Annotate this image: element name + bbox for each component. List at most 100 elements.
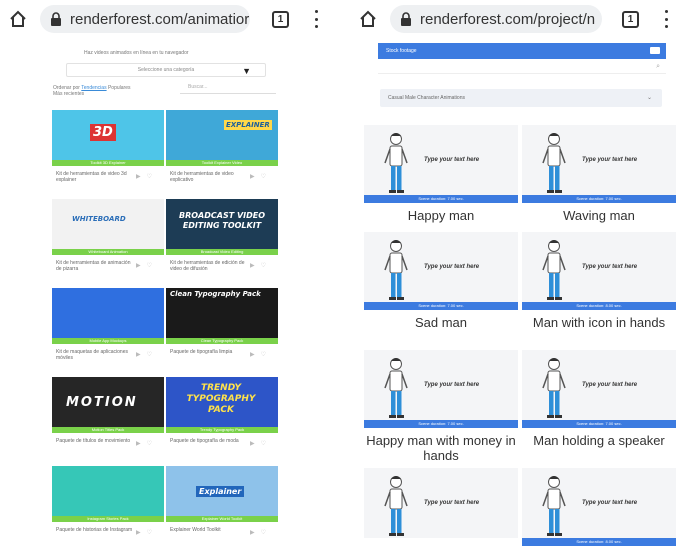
thumbnail-text: 3D bbox=[90, 124, 116, 141]
scene-thumbnail[interactable]: Type your text here bbox=[522, 350, 676, 420]
template-thumbnail[interactable]: BROADCAST VIDEO EDITING TOOLKIT bbox=[166, 199, 278, 249]
address-bar[interactable]: renderforest.com/animatior bbox=[40, 5, 250, 33]
scene-name: Happy man with money in hands bbox=[366, 433, 516, 463]
template-title: Paquete de historias de Instagram bbox=[56, 527, 133, 533]
template-card[interactable]: TRENDY TYPOGRAPHY PACK Trendy Typography … bbox=[166, 377, 278, 459]
scene-placeholder-text: Type your text here bbox=[582, 500, 638, 506]
scene-duration: Scene duration: 7.00 sec. bbox=[364, 420, 518, 428]
scene-duration: Scene duration: 8.00 sec. bbox=[522, 538, 676, 546]
scene-thumbnail[interactable]: Type your text here bbox=[522, 232, 676, 302]
template-thumbnail[interactable] bbox=[52, 288, 164, 338]
play-heart-icons[interactable]: ▶♡ bbox=[250, 440, 272, 447]
scene-duration: Scene duration: 7.00 sec. bbox=[364, 302, 518, 310]
tagline: Haz videos animados en línea en tu naveg… bbox=[84, 50, 189, 56]
template-badge: Toolkit 3D Explainer bbox=[52, 160, 164, 166]
template-card[interactable]: Mobile App Mockups Kit de maquetas de apl… bbox=[52, 288, 164, 370]
template-badge: Explainer World Toolkit bbox=[166, 516, 278, 522]
template-card[interactable]: BROADCAST VIDEO EDITING TOOLKIT Broadcast… bbox=[166, 199, 278, 281]
template-title: Kit de herramientas de animación de piza… bbox=[56, 260, 131, 272]
play-heart-icons[interactable]: ▶♡ bbox=[136, 262, 158, 269]
scene-name: Sad man bbox=[414, 315, 468, 330]
template-card[interactable]: WHITEBOARD Whiteboard Animation Kit de her… bbox=[52, 199, 164, 281]
lock-icon bbox=[51, 12, 61, 26]
scene-search-input[interactable]: ⌕ bbox=[378, 60, 666, 74]
template-thumbnail[interactable] bbox=[52, 466, 164, 516]
template-badge: Mobile App Mockups bbox=[52, 338, 164, 344]
template-thumbnail[interactable]: Clean Typography Pack bbox=[166, 288, 278, 338]
tab-switcher-button[interactable]: 1 bbox=[622, 10, 639, 28]
template-search-input[interactable]: Buscar... bbox=[180, 84, 276, 94]
template-thumbnail[interactable]: Explainer bbox=[166, 466, 278, 516]
scene-thumbnail[interactable]: Type your text here bbox=[364, 468, 518, 538]
sort-recent[interactable]: Más recientes bbox=[53, 91, 84, 97]
scene-thumbnail[interactable]: Type your text here bbox=[522, 125, 676, 195]
play-heart-icons[interactable]: ▶♡ bbox=[250, 262, 272, 269]
lock-icon bbox=[401, 12, 411, 26]
template-card[interactable]: 3D Toolkit 3D Explainer Kit de herramienta… bbox=[52, 110, 164, 192]
template-thumbnail[interactable]: EXPLAINER bbox=[166, 110, 278, 160]
template-badge: Toolkit Explainer Video bbox=[166, 160, 278, 166]
sort-options: Ordenar por Tendencias Populares Más rec… bbox=[53, 85, 130, 97]
camera-icon bbox=[650, 47, 660, 54]
browser-toolbar: renderforest.com/project/n 1 bbox=[350, 0, 679, 38]
category-dropdown[interactable]: Casual Male Character Animations ⌄ bbox=[380, 89, 662, 107]
scene-thumbnail[interactable]: Type your text here bbox=[364, 125, 518, 195]
template-card[interactable]: Explainer Explainer World Toolkit Explaine… bbox=[166, 466, 278, 548]
play-heart-icons[interactable]: ▶♡ bbox=[136, 440, 158, 447]
category-select[interactable]: Seleccione una categoría ▼ bbox=[66, 63, 266, 77]
home-icon[interactable] bbox=[358, 9, 378, 29]
category-placeholder: Seleccione una categoría bbox=[137, 67, 195, 73]
tab-switcher-button[interactable]: 1 bbox=[272, 10, 289, 28]
more-menu-icon[interactable] bbox=[313, 10, 319, 28]
more-menu-icon[interactable] bbox=[663, 10, 669, 28]
template-thumbnail[interactable]: WHITEBOARD bbox=[52, 199, 164, 249]
chevron-down-icon: ⌄ bbox=[646, 95, 652, 101]
scene-placeholder-text: Type your text here bbox=[582, 382, 638, 388]
play-heart-icons[interactable]: ▶♡ bbox=[136, 173, 158, 180]
scene-duration: Scene duration: 7.00 sec. bbox=[522, 420, 676, 428]
stock-footage-bar[interactable]: Stock footage bbox=[378, 43, 666, 59]
play-heart-icons[interactable]: ▶♡ bbox=[136, 529, 158, 536]
scene-thumbnail[interactable]: Type your text here bbox=[364, 350, 518, 420]
template-card[interactable]: Clean Typography Pack Clean Typography Pa… bbox=[166, 288, 278, 370]
template-thumbnail[interactable]: TRENDY TYPOGRAPHY PACK bbox=[166, 377, 278, 427]
stock-footage-label: Stock footage bbox=[386, 48, 417, 54]
sort-trending[interactable]: Tendencias bbox=[81, 85, 106, 91]
scene-name: Happy man bbox=[407, 208, 475, 223]
man-figure-icon bbox=[384, 358, 408, 418]
address-bar[interactable]: renderforest.com/project/n bbox=[390, 5, 602, 33]
url-text: renderforest.com/project/n bbox=[420, 10, 596, 28]
scene-placeholder-text: Type your text here bbox=[424, 382, 480, 388]
template-badge: Broadcast Video Editing bbox=[166, 249, 278, 255]
template-thumbnail[interactable]: 3D bbox=[52, 110, 164, 160]
template-card[interactable]: MOTION Motion Titles Pack Paquete de títul… bbox=[52, 377, 164, 459]
filter-icon[interactable]: ▼ bbox=[242, 66, 251, 76]
scene-placeholder-text: Type your text here bbox=[582, 264, 638, 270]
thumbnail-text: TRENDY TYPOGRAPHY PACK bbox=[186, 383, 256, 415]
right-phone-screen: renderforest.com/project/n 1 Stock foota… bbox=[350, 0, 679, 548]
sort-popular[interactable]: Populares bbox=[108, 85, 131, 91]
scene-thumbnail[interactable]: Type your text here bbox=[364, 232, 518, 302]
thumbnail-text: EXPLAINER bbox=[224, 120, 272, 130]
template-card[interactable]: Instagram Stories Pack Paquete de histori… bbox=[52, 466, 164, 548]
template-badge: Motion Titles Pack bbox=[52, 427, 164, 433]
play-heart-icons[interactable]: ▶♡ bbox=[250, 351, 272, 358]
play-heart-icons[interactable]: ▶♡ bbox=[136, 351, 158, 358]
scene-placeholder-text: Type your text here bbox=[424, 500, 480, 506]
template-badge: Whiteboard Animation bbox=[52, 249, 164, 255]
scene-thumbnail[interactable]: Type your text here bbox=[522, 468, 676, 538]
man-figure-icon bbox=[542, 240, 566, 300]
template-card[interactable]: EXPLAINER Toolkit Explainer Video Kit de h… bbox=[166, 110, 278, 192]
man-figure-icon bbox=[542, 133, 566, 193]
template-title: Kit de maquetas de aplicaciones móviles bbox=[56, 349, 128, 361]
browser-toolbar: renderforest.com/animatior 1 bbox=[0, 0, 333, 38]
template-badge: Instagram Stories Pack bbox=[52, 516, 164, 522]
play-heart-icons[interactable]: ▶♡ bbox=[250, 173, 272, 180]
scene-duration: Scene duration: 7.00 sec. bbox=[522, 195, 676, 203]
play-heart-icons[interactable]: ▶♡ bbox=[250, 529, 272, 536]
home-icon[interactable] bbox=[8, 9, 28, 29]
scene-placeholder-text: Type your text here bbox=[582, 157, 638, 163]
template-thumbnail[interactable]: MOTION bbox=[52, 377, 164, 427]
thumbnail-text: Clean Typography Pack bbox=[170, 290, 261, 298]
template-title: Kit de herramientas de edición de video … bbox=[170, 260, 245, 272]
